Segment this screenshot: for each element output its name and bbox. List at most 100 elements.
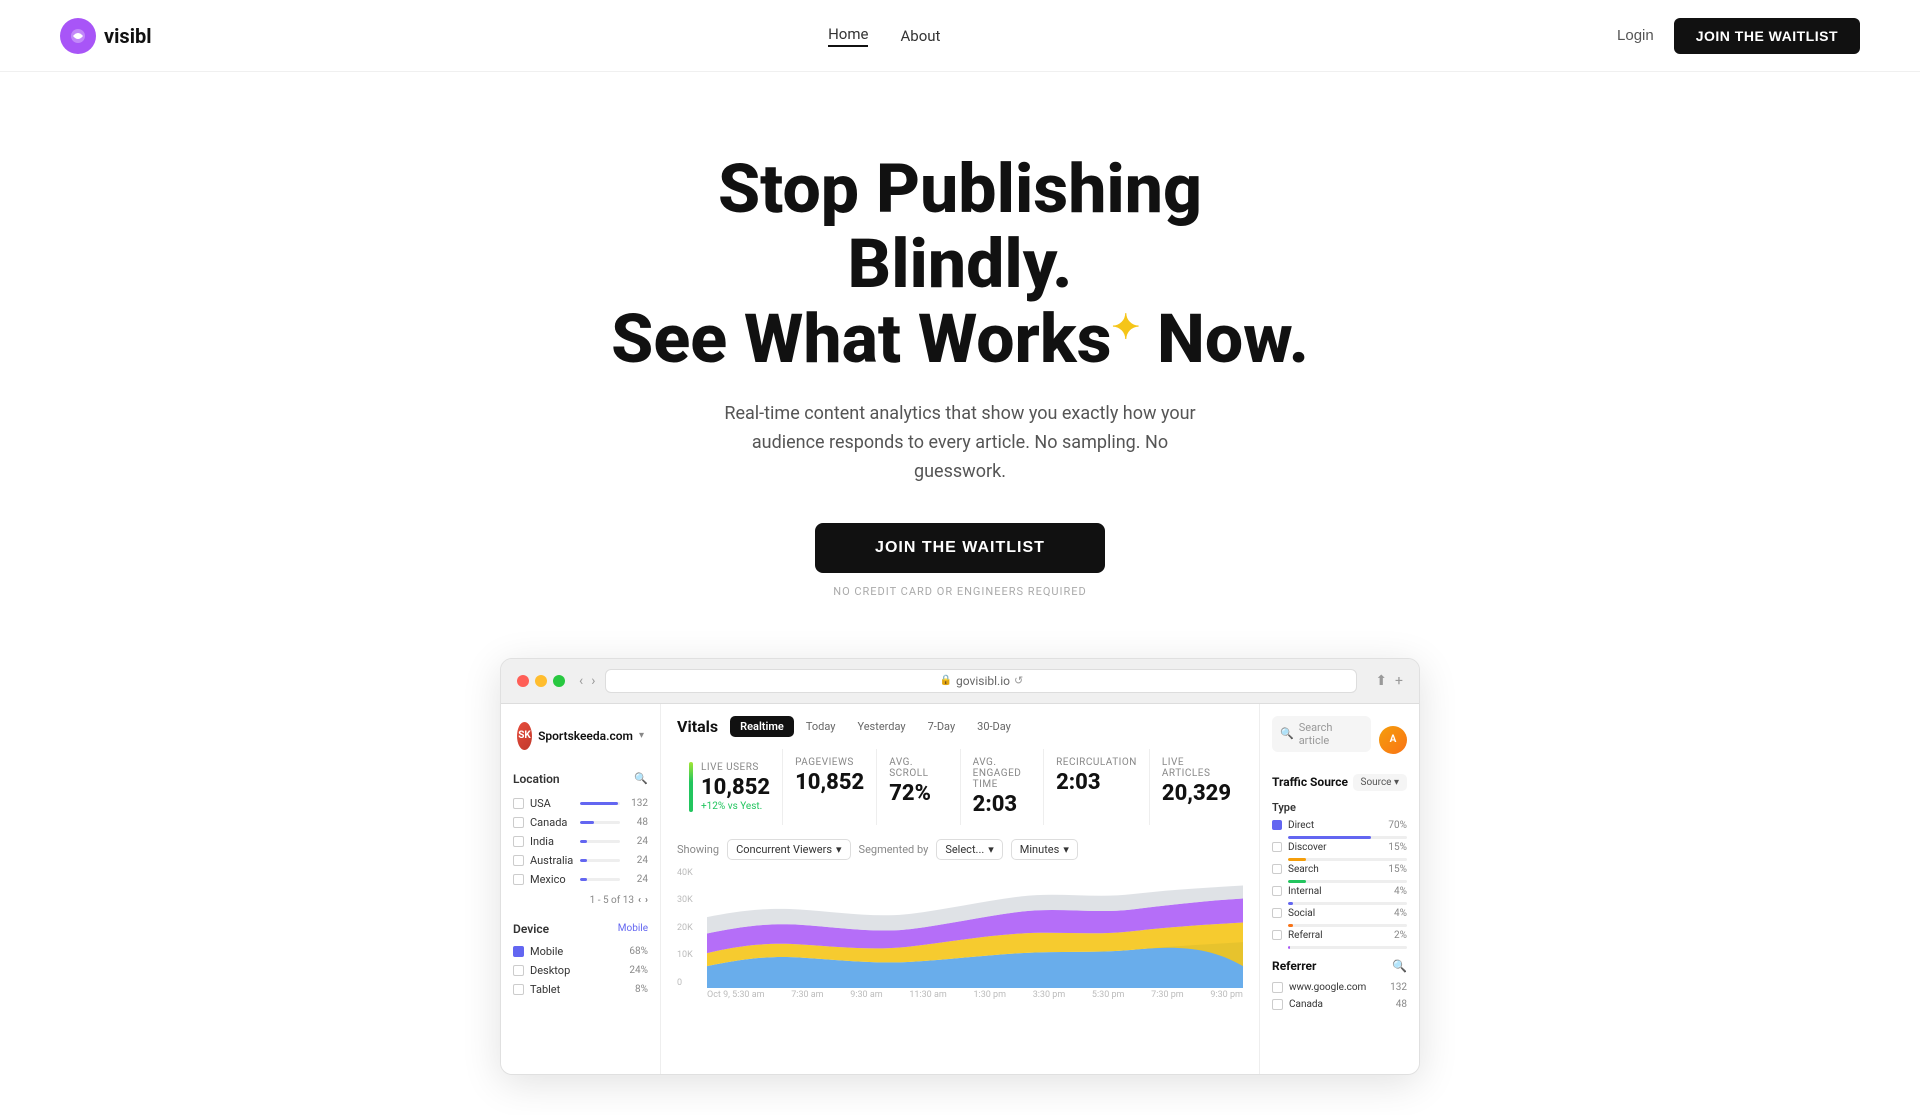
nav-home[interactable]: Home: [828, 25, 868, 47]
recirc-value: 2:03: [1056, 770, 1137, 795]
minutes-select[interactable]: Minutes ▾: [1011, 839, 1078, 860]
traffic-checkbox[interactable]: [1272, 864, 1282, 874]
device-name: Mobile: [530, 945, 620, 958]
recirc-label: RECIRCULATION: [1056, 757, 1137, 768]
search-article-box[interactable]: 🔍 Search article: [1272, 716, 1371, 752]
main-panel: Vitals Realtime Today Yesterday 7-Day 30…: [661, 704, 1259, 1074]
location-filter-item[interactable]: Canada 48: [513, 813, 648, 832]
hero-section: Stop Publishing Blindly. See What Works✦…: [0, 72, 1920, 658]
referrer-checkbox[interactable]: [1272, 999, 1283, 1010]
search-article-input[interactable]: Search article: [1299, 721, 1363, 747]
nav-waitlist-button[interactable]: JOIN THE WAITLIST: [1674, 18, 1860, 54]
referrer-count: 132: [1385, 982, 1407, 993]
window-dots: [517, 675, 565, 687]
tab-realtime[interactable]: Realtime: [730, 716, 794, 737]
close-dot[interactable]: [517, 675, 529, 687]
live-users-value: 10,852: [701, 775, 770, 800]
traffic-bar-row: [1272, 924, 1407, 927]
filter-name: Australia: [530, 854, 574, 867]
minimize-dot[interactable]: [535, 675, 547, 687]
traffic-type-item[interactable]: Search 15%: [1272, 864, 1407, 883]
traffic-type-name: Search: [1288, 864, 1382, 875]
location-filters: USA 132 Canada 48 India 24 Australia: [513, 794, 648, 889]
traffic-bar-bg: [1288, 858, 1407, 861]
forward-arrow[interactable]: ›: [591, 673, 595, 689]
site-name: Sportskeeda.com: [538, 729, 633, 743]
hero-waitlist-button[interactable]: JOIN THE WAITLIST: [815, 523, 1105, 573]
filter-checkbox[interactable]: [513, 836, 524, 847]
device-count: 24%: [626, 965, 648, 976]
share-icon[interactable]: ⬆: [1375, 673, 1387, 689]
traffic-checkbox[interactable]: [1272, 886, 1282, 896]
concurrent-viewers-select[interactable]: Concurrent Viewers ▾: [727, 839, 850, 860]
nav-about[interactable]: About: [900, 27, 940, 45]
chart-svg: [677, 868, 1243, 988]
filter-name: USA: [530, 797, 574, 810]
traffic-bar-fill: [1288, 902, 1293, 905]
maximize-dot[interactable]: [553, 675, 565, 687]
traffic-type-item[interactable]: Referral 2%: [1272, 930, 1407, 949]
site-avatar: SK: [517, 722, 532, 750]
avg-scroll-label: AVG. SCROLL: [889, 757, 947, 779]
traffic-checkbox[interactable]: [1272, 908, 1282, 918]
source-dropdown[interactable]: Source ▾: [1353, 774, 1408, 791]
location-filter-item[interactable]: Australia 24: [513, 851, 648, 870]
clear-device-button[interactable]: Mobile: [618, 923, 648, 934]
tab-yesterday[interactable]: Yesterday: [847, 716, 915, 737]
filter-checkbox[interactable]: [513, 817, 524, 828]
traffic-item-row: Search 15%: [1272, 864, 1407, 875]
traffic-checkbox[interactable]: [1272, 820, 1282, 830]
traffic-source-title: Traffic Source: [1272, 775, 1348, 789]
traffic-bar-row: [1272, 836, 1407, 839]
live-users-label: LIVE USERS: [701, 762, 770, 773]
reload-icon[interactable]: ↺: [1014, 674, 1023, 687]
device-checkbox[interactable]: [513, 946, 524, 957]
page-prev[interactable]: ‹: [638, 895, 641, 906]
tab-7day[interactable]: 7-Day: [918, 716, 966, 737]
page-next[interactable]: ›: [645, 895, 648, 906]
device-checkbox[interactable]: [513, 984, 524, 995]
traffic-checkbox[interactable]: [1272, 842, 1282, 852]
segment-select[interactable]: Select... ▾: [936, 839, 1002, 860]
filter-checkbox[interactable]: [513, 798, 524, 809]
device-filter-item[interactable]: Tablet 8%: [513, 980, 648, 999]
chart-area: 40K30K20K10K0: [677, 868, 1243, 988]
url-bar[interactable]: 🔒 govisibl.io ↺: [605, 669, 1357, 693]
traffic-type-item[interactable]: Internal 4%: [1272, 886, 1407, 905]
nav-right: Login JOIN THE WAITLIST: [1617, 18, 1860, 54]
filter-checkbox[interactable]: [513, 855, 524, 866]
pagination: 1 - 5 of 13 ‹ ›: [513, 889, 648, 912]
traffic-checkbox[interactable]: [1272, 930, 1282, 940]
location-search-icon[interactable]: 🔍: [634, 772, 648, 785]
traffic-type-item[interactable]: Discover 15%: [1272, 842, 1407, 861]
filter-count: 132: [626, 798, 648, 809]
traffic-type-name: Discover: [1288, 842, 1382, 853]
traffic-bar-row: [1272, 858, 1407, 861]
tab-30day[interactable]: 30-Day: [967, 716, 1021, 737]
back-arrow[interactable]: ‹: [579, 673, 583, 689]
device-filter-item[interactable]: Mobile 68%: [513, 942, 648, 961]
logo-text: visibl: [104, 24, 152, 48]
location-filter-item[interactable]: India 24: [513, 832, 648, 851]
filter-bar: [580, 821, 620, 824]
site-selector[interactable]: SK Sportskeeda.com ▾: [513, 716, 648, 756]
device-filter-item[interactable]: Desktop 24%: [513, 961, 648, 980]
filter-checkbox[interactable]: [513, 874, 524, 885]
new-tab-icon[interactable]: +: [1395, 673, 1403, 689]
location-filter-item[interactable]: Mexico 24: [513, 870, 648, 889]
traffic-type-item[interactable]: Direct 70%: [1272, 820, 1407, 839]
login-button[interactable]: Login: [1617, 27, 1654, 44]
avg-scroll-value: 72%: [889, 781, 947, 806]
metric-live-articles: LIVE ARTICLES 20,329: [1150, 749, 1243, 825]
referrer-search-icon[interactable]: 🔍: [1392, 959, 1407, 973]
location-filter-item[interactable]: USA 132: [513, 794, 648, 813]
pageviews-label: PAGEVIEWS: [795, 757, 864, 768]
filter-bar: [580, 859, 620, 862]
tab-today[interactable]: Today: [796, 716, 846, 737]
referrer-checkbox[interactable]: [1272, 982, 1283, 993]
traffic-type-item[interactable]: Social 4%: [1272, 908, 1407, 927]
filter-name: India: [530, 835, 574, 848]
traffic-bar-bg: [1288, 836, 1407, 839]
traffic-bar-bg: [1288, 880, 1407, 883]
device-checkbox[interactable]: [513, 965, 524, 976]
